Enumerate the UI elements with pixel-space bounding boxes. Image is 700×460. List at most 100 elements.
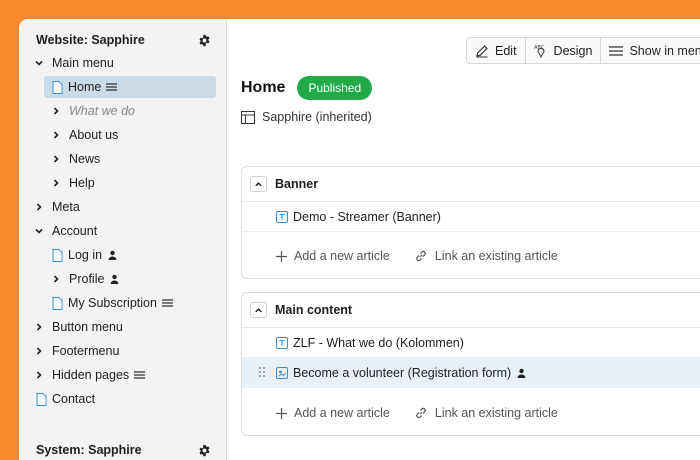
menu-lines-icon	[161, 299, 173, 307]
page-title-row: Home Published	[241, 76, 373, 100]
tree-item-label: Hidden pages	[52, 368, 130, 382]
chevron-right-icon[interactable]	[34, 322, 44, 332]
drag-handle-icon[interactable]	[259, 367, 265, 377]
tree-item-label: Log in	[68, 248, 103, 262]
content-block-banner: Banner Demo - Streamer (Banner) Add a ne…	[241, 166, 700, 279]
layout-icon	[241, 110, 255, 124]
page-editor: Edit ABC Design Show in menu Home Publis…	[227, 19, 700, 460]
form-article-icon	[276, 366, 288, 379]
tree-item-account[interactable]: Account	[34, 220, 97, 242]
tree-item-label: What we do	[69, 104, 136, 118]
chevron-right-icon[interactable]	[34, 370, 44, 380]
site-tree-sidebar: Website: Sapphire Main menu Home What we…	[19, 19, 227, 460]
text-article-icon	[276, 210, 288, 223]
article-title: ZLF - What we do (Kolommen)	[293, 335, 464, 350]
page-icon	[52, 80, 63, 94]
block-actions: Add a new article Link an existing artic…	[276, 406, 558, 420]
page-icon	[52, 296, 63, 310]
article-row[interactable]: Demo - Streamer (Banner)	[242, 202, 700, 232]
menu-lines-icon	[106, 83, 118, 91]
edit-button[interactable]: Edit	[467, 38, 526, 63]
design-label: Design	[553, 43, 593, 58]
tree-item-log-in[interactable]: Log in	[52, 244, 118, 266]
block-title: Banner	[275, 177, 319, 191]
status-badge: Published	[297, 76, 373, 100]
article-row[interactable]: ZLF - What we do (Kolommen)	[242, 328, 700, 358]
template-info[interactable]: Sapphire (inherited)	[241, 110, 372, 124]
tree-item-footermenu[interactable]: Footermenu	[34, 340, 119, 362]
content-block-main-content: Main content ZLF - What we do (Kolommen)…	[241, 292, 700, 436]
link-article-button[interactable]: Link an existing article	[414, 249, 558, 263]
edit-label: Edit	[495, 43, 517, 58]
design-icon: ABC	[534, 45, 545, 58]
chevron-right-icon[interactable]	[51, 274, 61, 284]
tree-item-contact[interactable]: Contact	[36, 388, 95, 410]
add-article-label: Add a new article	[294, 406, 390, 420]
link-article-button[interactable]: Link an existing article	[414, 406, 558, 420]
tree-item-label: Home	[68, 80, 102, 94]
tree-item-meta[interactable]: Meta	[34, 196, 80, 218]
page-toolbar: Edit ABC Design Show in menu	[466, 37, 700, 64]
tree-item-label: Contact	[52, 392, 96, 406]
tree-item-profile[interactable]: Profile	[51, 268, 120, 290]
chevron-down-icon[interactable]	[34, 58, 44, 68]
add-article-label: Add a new article	[294, 249, 390, 263]
tree-item-main-menu[interactable]: Main menu	[34, 52, 114, 74]
menu-lines-icon	[134, 371, 146, 379]
chevron-right-icon[interactable]	[51, 178, 61, 188]
pencil-icon	[476, 44, 488, 57]
menu-lines-icon	[609, 45, 624, 56]
tree-item-button-menu[interactable]: Button menu	[34, 316, 123, 338]
system-header: System: Sapphire	[36, 440, 211, 460]
page-icon	[36, 392, 47, 406]
svg-text:ABC: ABC	[534, 45, 545, 51]
tree-item-label: Main menu	[52, 56, 114, 70]
tree-item-news[interactable]: News	[51, 148, 100, 170]
system-title: System: Sapphire	[36, 443, 142, 457]
chevron-right-icon[interactable]	[34, 202, 44, 212]
article-title: Demo - Streamer (Banner)	[293, 209, 441, 224]
tree-item-about-us[interactable]: About us	[51, 124, 118, 146]
add-article-button[interactable]: Add a new article	[276, 406, 390, 420]
tree-item-help[interactable]: Help	[51, 172, 95, 194]
tree-item-what-we-do[interactable]: What we do	[51, 100, 135, 122]
show-in-menu-button[interactable]: Show in menu	[601, 38, 700, 63]
plus-icon	[276, 250, 287, 262]
website-header: Website: Sapphire	[36, 30, 211, 50]
tree-item-label: Footermenu	[52, 344, 120, 358]
tree-item-hidden-pages[interactable]: Hidden pages	[34, 364, 146, 386]
chevron-right-icon[interactable]	[34, 346, 44, 356]
block-header: Main content	[242, 293, 700, 328]
tree-item-home[interactable]: Home	[44, 76, 216, 98]
design-button[interactable]: ABC Design	[526, 38, 602, 63]
chevron-right-icon[interactable]	[51, 154, 61, 164]
add-article-button[interactable]: Add a new article	[276, 249, 390, 263]
plus-icon	[276, 407, 287, 419]
block-title: Main content	[275, 303, 353, 317]
chevron-right-icon[interactable]	[51, 106, 61, 116]
tree-item-label: Meta	[52, 200, 80, 214]
gear-icon[interactable]	[198, 34, 211, 47]
collapse-button[interactable]	[250, 176, 267, 192]
collapse-button[interactable]	[250, 302, 267, 318]
block-header: Banner	[242, 167, 700, 202]
page-icon	[52, 248, 63, 262]
template-name: Sapphire (inherited)	[262, 110, 372, 124]
link-icon	[416, 250, 426, 262]
gear-icon[interactable]	[198, 444, 211, 457]
tree-item-label: News	[69, 152, 101, 166]
tree-item-label: Profile	[69, 272, 105, 286]
website-title: Website: Sapphire	[36, 33, 145, 47]
tree-item-my-subscription[interactable]: My Subscription	[52, 292, 173, 314]
article-row[interactable]: Become a volunteer (Registration form)	[242, 358, 700, 388]
text-article-icon	[276, 336, 288, 349]
tree-item-label: My Subscription	[68, 296, 157, 310]
chevron-down-icon[interactable]	[34, 226, 44, 236]
user-icon	[110, 274, 119, 284]
link-article-label: Link an existing article	[434, 406, 558, 420]
chevron-up-icon	[255, 307, 262, 312]
link-article-label: Link an existing article	[434, 249, 558, 263]
article-title: Become a volunteer (Registration form)	[293, 365, 512, 380]
chevron-right-icon[interactable]	[51, 130, 61, 140]
user-icon	[108, 250, 117, 260]
